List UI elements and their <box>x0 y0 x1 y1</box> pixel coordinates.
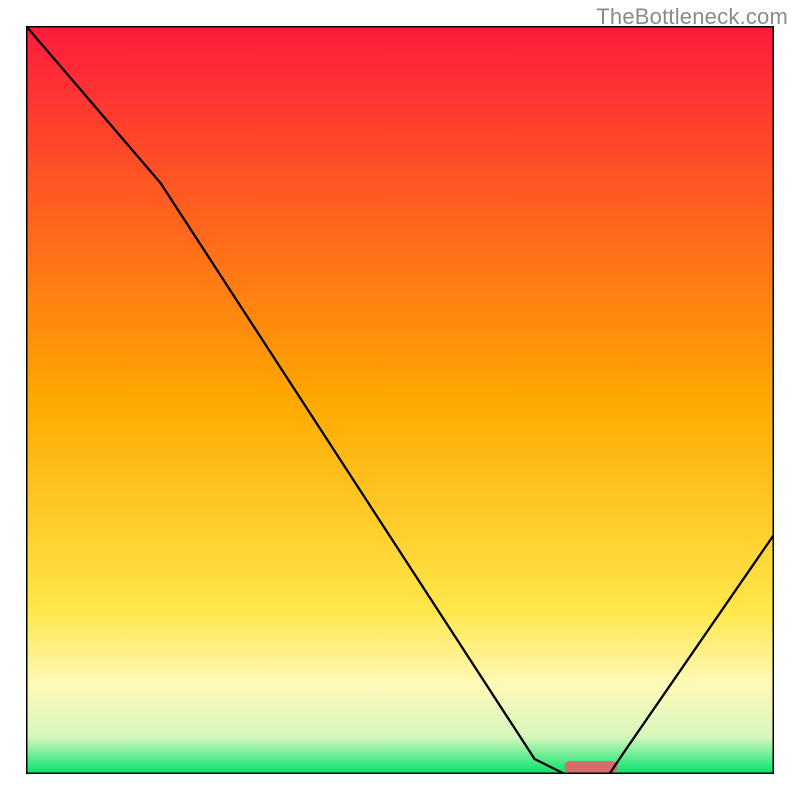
gradient-background <box>26 26 774 774</box>
chart-svg <box>26 26 774 774</box>
plot-area <box>26 26 774 774</box>
optimal-marker <box>565 761 617 773</box>
chart-container: TheBottleneck.com <box>0 0 800 800</box>
